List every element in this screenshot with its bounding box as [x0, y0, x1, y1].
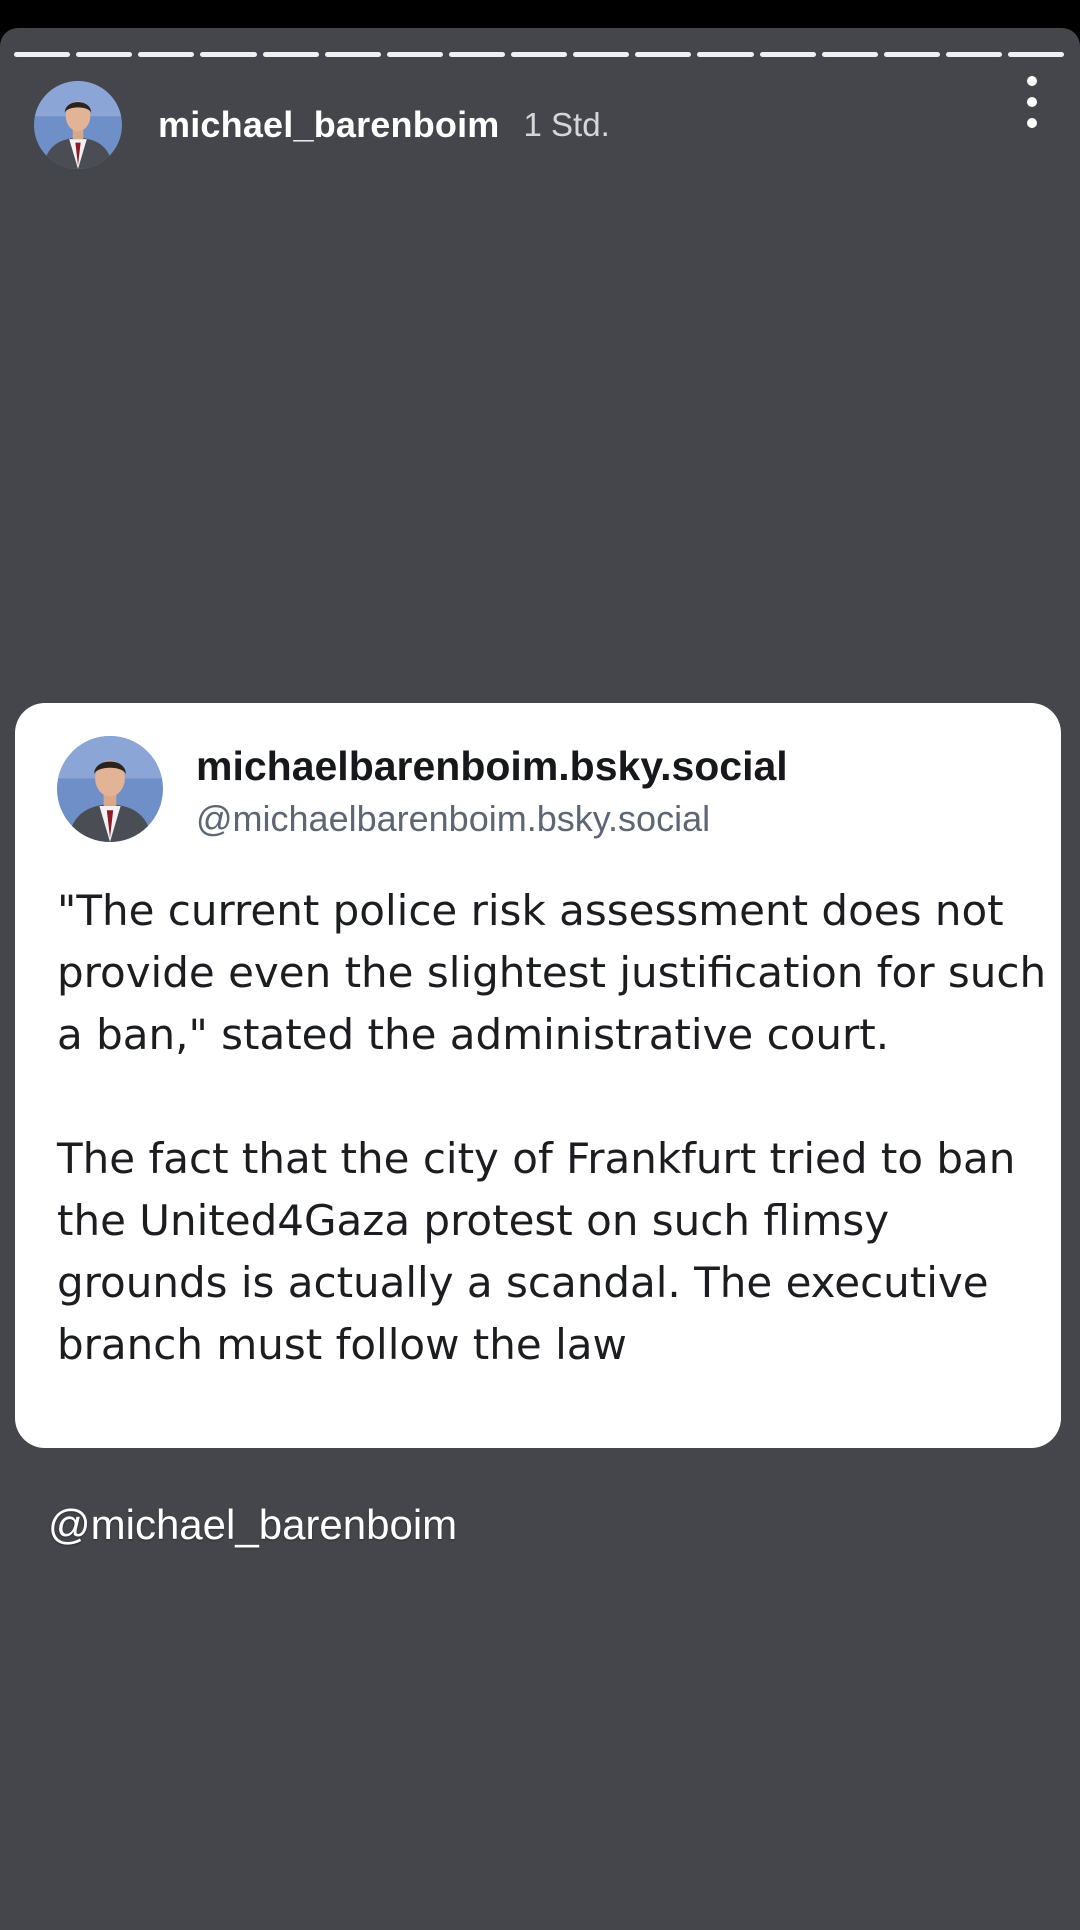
progress-segment	[573, 52, 630, 57]
post-body: "The current police risk assessment does…	[57, 880, 1047, 1376]
progress-segment	[262, 52, 319, 57]
post-author-avatar	[57, 736, 163, 842]
post-paragraph: "The current police risk assessment does…	[57, 886, 1047, 1059]
story-timestamp: 1 Std.	[523, 106, 610, 143]
progress-segment	[511, 52, 568, 57]
progress-segment	[1008, 52, 1065, 57]
profile-avatar[interactable]	[34, 81, 122, 169]
progress-segment	[821, 52, 878, 57]
progress-segment	[324, 52, 381, 57]
post-author-handle: @michaelbarenboim.bsky.social	[196, 798, 711, 839]
progress-segment	[386, 52, 443, 57]
progress-segment	[448, 52, 505, 57]
story-progress-bar	[14, 52, 1065, 57]
progress-segment	[759, 52, 816, 57]
bluesky-post-card: michaelbarenboim.bsky.social @michaelbar…	[15, 703, 1061, 1448]
dot	[1027, 76, 1037, 86]
progress-segment	[14, 52, 71, 57]
progress-segment	[697, 52, 754, 57]
dot	[1027, 118, 1037, 128]
person-portrait-icon	[57, 736, 163, 842]
progress-segment	[200, 52, 257, 57]
progress-segment	[76, 52, 133, 57]
progress-segment	[883, 52, 940, 57]
progress-segment	[945, 52, 1002, 57]
dot	[1027, 97, 1037, 107]
story-username[interactable]: michael_barenboim	[158, 104, 500, 146]
more-options-button[interactable]	[1012, 76, 1052, 128]
mention-sticker[interactable]: @michael_barenboim	[48, 1501, 457, 1549]
post-paragraph: The fact that the city of Frankfurt trie…	[57, 1134, 1016, 1369]
story-viewer[interactable]: michael_barenboim 1 Std. michaelbarenboi…	[0, 28, 1080, 1930]
progress-segment	[635, 52, 692, 57]
person-portrait-icon	[34, 81, 122, 169]
progress-segment	[138, 52, 195, 57]
post-author-name: michaelbarenboim.bsky.social	[196, 743, 788, 789]
story-header: michael_barenboim 1 Std.	[34, 80, 1054, 170]
